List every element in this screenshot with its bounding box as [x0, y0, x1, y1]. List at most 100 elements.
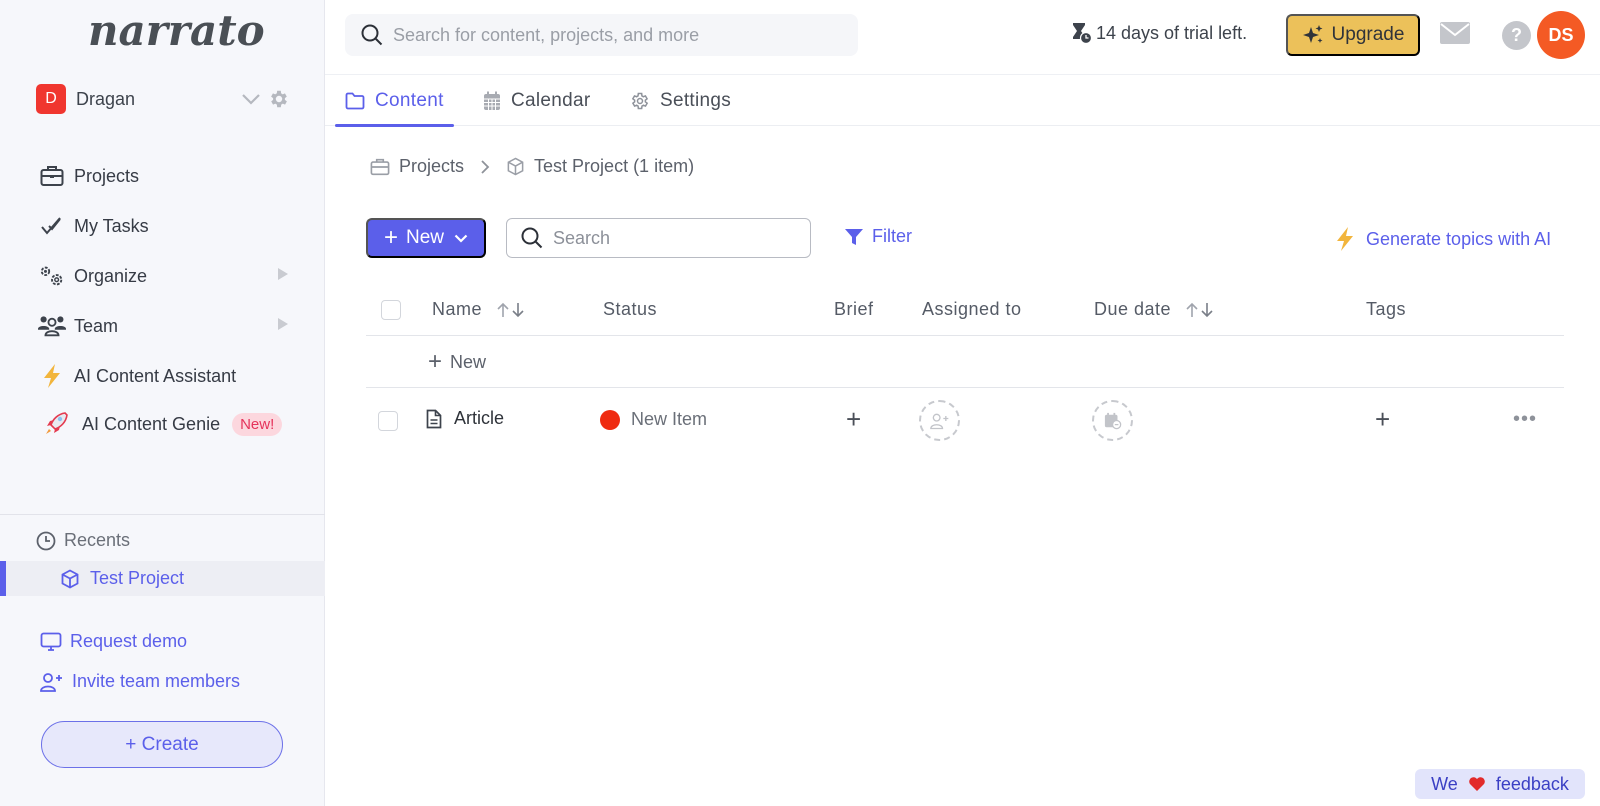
chevron-down-icon [454, 234, 468, 243]
column-header-assigned-to: Assigned to [922, 299, 1022, 319]
mail-icon[interactable] [1440, 21, 1470, 50]
global-search-input[interactable] [393, 24, 833, 46]
sidebar-item-label: My Tasks [74, 215, 149, 236]
double-check-icon [38, 212, 66, 240]
request-demo-link[interactable]: Request demo [40, 631, 187, 652]
table-header: Name Status Brief Assigned to Due date T… [366, 285, 1564, 336]
submenu-arrow-icon [278, 318, 288, 330]
sort-arrows-icon[interactable] [496, 302, 526, 318]
sidebar-item-projects[interactable]: Projects [38, 158, 298, 194]
sidebar-item-label: Team [74, 315, 119, 336]
briefcase-icon [370, 158, 390, 176]
status-label: New Item [631, 409, 708, 429]
create-button[interactable]: + Create [41, 721, 283, 768]
cube-icon [506, 157, 525, 176]
project-tabs: Content Calendar Settings [325, 75, 1600, 127]
workspace-name: Dragan [76, 88, 136, 109]
app-root: narrato D Dragan Projects My Tasks Organ… [0, 0, 1600, 806]
sidebar: narrato D Dragan Projects My Tasks Organ… [0, 0, 325, 806]
add-brief-button[interactable]: + [846, 404, 861, 435]
add-tag-button[interactable]: + [1375, 404, 1390, 435]
plus-icon: + [383, 224, 398, 251]
sidebar-item-ai-content-genie[interactable]: AI Content Genie New! [42, 406, 302, 442]
chevron-down-icon[interactable] [238, 86, 264, 112]
tab-calendar[interactable]: Calendar [483, 75, 591, 126]
search-icon [521, 227, 543, 249]
global-search[interactable] [345, 14, 858, 56]
sidebar-item-label: AI Content Genie [82, 413, 221, 434]
monitor-icon [40, 632, 62, 652]
tab-content[interactable]: Content [335, 75, 454, 127]
new-content-button[interactable]: + New [366, 218, 486, 258]
heart-icon [1468, 776, 1486, 792]
tab-settings[interactable]: Settings [630, 75, 731, 126]
hourglass-clock-icon [1070, 22, 1092, 44]
upgrade-label: Upgrade [1331, 24, 1405, 45]
table-row[interactable]: Article New Item + + ••• [366, 388, 1564, 454]
sidebar-divider [0, 514, 325, 515]
clock-icon [36, 531, 56, 551]
workspace-settings-gear-icon[interactable] [266, 86, 292, 112]
lightning-icon [1334, 226, 1356, 252]
briefcase-icon [38, 162, 66, 190]
sidebar-item-organize[interactable]: Organize [38, 258, 298, 294]
add-new-row: + New [366, 336, 1564, 388]
lightning-icon [38, 362, 66, 390]
workspace-switcher[interactable]: D Dragan [36, 84, 296, 114]
add-new-label: New [450, 351, 487, 372]
sort-arrows-icon[interactable] [1185, 302, 1215, 318]
top-bar: 14 days of trial left. Upgrade ? DS [325, 0, 1600, 75]
rocket-icon [42, 410, 70, 438]
breadcrumb-projects-link[interactable]: Projects [399, 156, 464, 177]
select-all-checkbox[interactable] [381, 300, 401, 320]
column-header-brief: Brief [834, 299, 874, 319]
recent-item-test-project[interactable]: Test Project [0, 561, 325, 596]
help-icon[interactable]: ? [1502, 21, 1531, 50]
recents-heading: Recents [36, 530, 130, 551]
user-avatar[interactable]: DS [1537, 11, 1585, 59]
cube-icon [60, 568, 80, 589]
feedback-text-after: feedback [1495, 773, 1569, 794]
column-header-due-date[interactable]: Due date [1094, 299, 1215, 320]
calendar-plus-icon [1092, 400, 1133, 441]
breadcrumb-current: Test Project (1 item) [534, 156, 695, 176]
column-label: Due date [1094, 299, 1172, 319]
more-options-icon[interactable]: ••• [1513, 408, 1537, 431]
filter-button[interactable]: Filter [845, 226, 912, 247]
assign-user-button[interactable] [919, 400, 960, 441]
narrato-logo[interactable]: narrato [88, 6, 265, 55]
content-search-input[interactable] [553, 227, 793, 249]
status-cell[interactable]: New Item [600, 409, 707, 430]
add-new-item-button[interactable]: + New [428, 350, 486, 374]
filter-funnel-icon [845, 228, 863, 246]
sidebar-item-ai-content-assistant[interactable]: AI Content Assistant [38, 358, 298, 394]
submenu-arrow-icon [278, 268, 288, 280]
users-icon [38, 312, 66, 340]
plus-icon: + [428, 348, 443, 375]
generate-topics-ai-button[interactable]: Generate topics with AI [1334, 226, 1551, 252]
search-icon [361, 24, 383, 46]
sidebar-item-team[interactable]: Team [38, 308, 298, 344]
gears-icon [38, 262, 66, 290]
new-button-label: New [406, 227, 445, 248]
invite-team-members-link[interactable]: Invite team members [40, 671, 240, 692]
filter-label: Filter [872, 226, 912, 246]
feedback-button[interactable]: We feedback [1415, 769, 1585, 799]
trial-text: 14 days of trial left. [1096, 22, 1248, 43]
content-search[interactable] [506, 218, 811, 258]
user-plus-icon [919, 400, 960, 441]
set-due-date-button[interactable] [1092, 400, 1133, 441]
column-header-tags: Tags [1366, 299, 1407, 319]
item-name-cell[interactable]: Article [426, 408, 504, 429]
calendar-icon [483, 91, 501, 111]
tab-label: Settings [660, 89, 732, 111]
tab-label: Calendar [511, 89, 591, 111]
document-icon [426, 409, 442, 429]
column-header-name[interactable]: Name [432, 299, 526, 320]
sidebar-item-my-tasks[interactable]: My Tasks [38, 208, 298, 244]
upgrade-button[interactable]: Upgrade [1286, 14, 1420, 56]
feedback-text-before: We [1431, 773, 1458, 794]
row-checkbox[interactable] [378, 411, 398, 431]
trial-status: 14 days of trial left. [1070, 22, 1247, 44]
workspace-avatar: D [36, 84, 66, 114]
